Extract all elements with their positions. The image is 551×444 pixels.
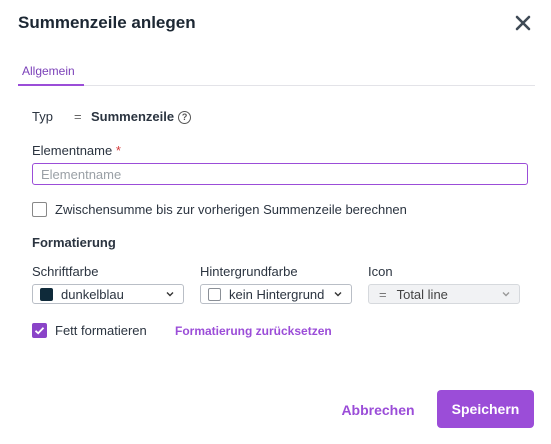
cancel-button[interactable]: Abbrechen bbox=[334, 394, 422, 426]
reset-formatting-link[interactable]: Formatierung zurücksetzen bbox=[175, 324, 332, 338]
elementname-label: Elementname * bbox=[32, 143, 121, 158]
icon-value: Total line bbox=[396, 286, 448, 302]
subtotal-checkbox[interactable] bbox=[32, 202, 47, 217]
elementname-input[interactable] bbox=[32, 163, 528, 185]
chevron-down-icon bbox=[502, 292, 510, 297]
subtotal-checkbox-label: Zwischensumme bis zur vorherigen Summenz… bbox=[55, 202, 407, 217]
bold-checkbox-label: Fett formatieren bbox=[55, 323, 147, 338]
type-value: Summenzeile? bbox=[91, 109, 192, 124]
tab-active-indicator bbox=[18, 84, 84, 86]
icon-label: Icon bbox=[368, 264, 393, 279]
question-circle-icon[interactable]: ? bbox=[178, 111, 192, 124]
save-button[interactable]: Speichern bbox=[437, 390, 534, 428]
background-color-label: Hintergrundfarbe bbox=[200, 264, 298, 279]
type-label: Typ bbox=[32, 109, 53, 124]
type-equals: = bbox=[74, 109, 82, 124]
type-value-text: Summenzeile bbox=[91, 109, 175, 124]
chevron-down-icon bbox=[334, 292, 342, 297]
tab-allgemein[interactable]: Allgemein bbox=[22, 64, 75, 78]
bold-checkbox[interactable] bbox=[32, 323, 47, 338]
checkmark-icon bbox=[34, 327, 45, 335]
icon-prefix: = bbox=[379, 286, 387, 302]
background-color-select[interactable]: kein Hintergrund bbox=[200, 284, 352, 304]
font-color-label: Schriftfarbe bbox=[32, 264, 99, 279]
font-color-value: dunkelblau bbox=[61, 286, 124, 302]
formatting-heading: Formatierung bbox=[32, 235, 116, 250]
font-color-select[interactable]: dunkelblau bbox=[32, 284, 184, 304]
required-mark: * bbox=[115, 143, 121, 158]
close-icon[interactable] bbox=[512, 12, 534, 34]
color-swatch bbox=[40, 287, 53, 301]
tab-divider bbox=[18, 85, 535, 86]
chevron-down-icon bbox=[166, 292, 174, 297]
icon-select[interactable]: = Total line bbox=[368, 284, 520, 304]
dialog-title: Summenzeile anlegen bbox=[18, 13, 196, 32]
background-color-value: kein Hintergrund bbox=[229, 286, 325, 302]
color-swatch bbox=[208, 287, 221, 301]
elementname-label-text: Elementname bbox=[32, 143, 113, 158]
